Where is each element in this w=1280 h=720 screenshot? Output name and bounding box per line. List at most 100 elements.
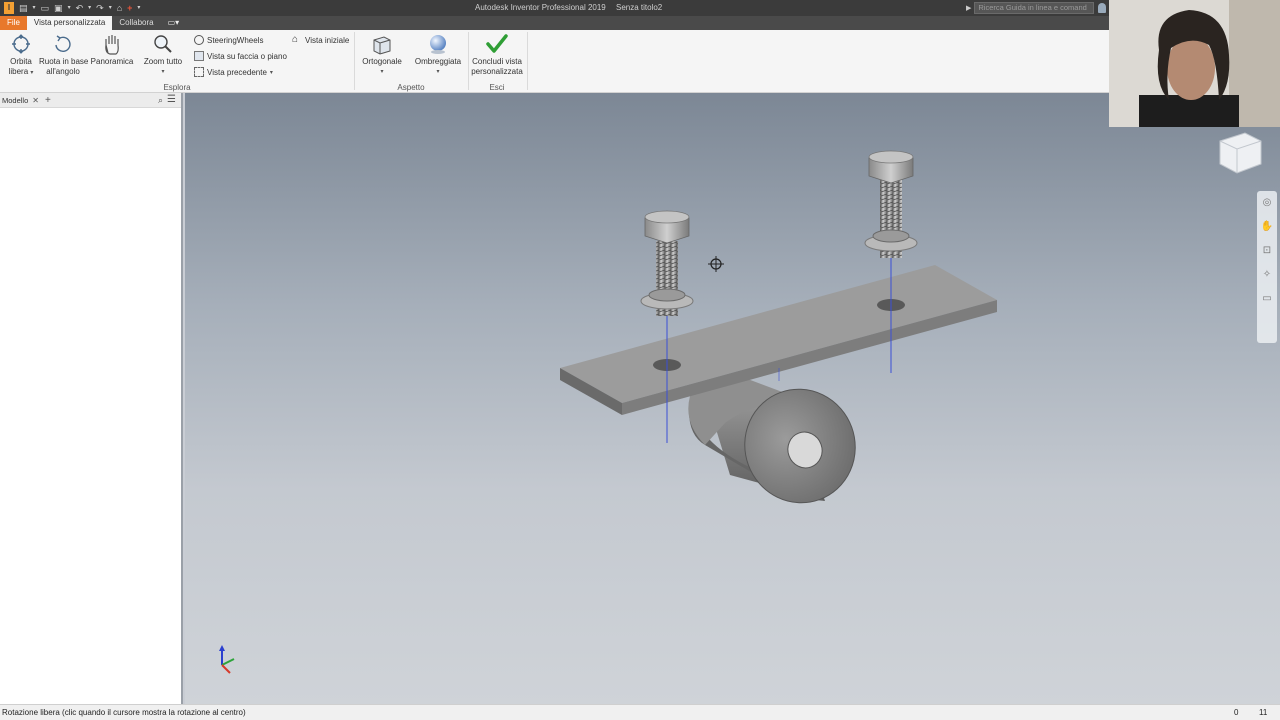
rotate-label-1: Ruota in base (39, 57, 89, 66)
new-file-icon[interactable]: ▤ (19, 2, 28, 14)
steeringwheels-label: SteeringWheels (207, 35, 264, 45)
cylinder-part[interactable] (688, 374, 871, 519)
ribbon-options-icon[interactable]: ▭▾ (161, 16, 187, 30)
status-text: Rotazione libera (clic quando il cursore… (2, 708, 246, 717)
home-view-label: Vista iniziale (305, 35, 350, 45)
steering-wheel-icon (194, 35, 204, 45)
orbit-label-2: libera (8, 67, 29, 76)
chevron-down-icon[interactable]: ▾ (30, 70, 33, 76)
hand-icon (105, 35, 119, 55)
dropdown-caret-icon[interactable]: ▾ (68, 2, 71, 14)
add-tab-icon[interactable]: + (45, 95, 51, 106)
user-icon[interactable] (1098, 3, 1107, 13)
chevron-down-icon[interactable]: ▾ (360, 67, 404, 77)
dropdown-caret-icon[interactable]: ▾ (33, 2, 36, 14)
view-face-icon (194, 51, 204, 61)
help-search: ▶ Ricerca Guida in linea e comand (966, 2, 1107, 14)
ribbon-separator (468, 32, 469, 90)
orbit-label-1: Orbita (10, 57, 32, 66)
open-folder-icon[interactable]: ▭ (41, 2, 50, 14)
zoom-icon[interactable]: ⊡ (1257, 239, 1277, 263)
shaded-button[interactable]: Ombreggiata ▾ (412, 30, 464, 77)
orthographic-button[interactable]: Ortogonale ▾ (360, 30, 404, 77)
rotate-at-angle-button[interactable]: Ruota in base all'angolo (39, 30, 89, 77)
home-icon[interactable]: ⌂ (117, 2, 122, 14)
orbit-icon[interactable]: ✧ (1257, 263, 1277, 287)
ribbon-separator (354, 32, 355, 90)
rotate-label-2: all'angolo (46, 67, 80, 76)
ribbon-separator (527, 32, 528, 90)
dropdown-caret-icon[interactable]: ▾ (88, 2, 91, 14)
ribbon-panel: Orbita libera ▾ Ruota in base all'angolo… (0, 30, 1280, 93)
orbit-cursor-icon (708, 256, 724, 272)
chevron-down-icon[interactable]: ▾ (412, 67, 464, 77)
chevron-down-icon[interactable]: ▾ (270, 69, 273, 76)
tab-collabora[interactable]: Collabora (112, 16, 160, 30)
navigation-bar: ◎ ✋ ⊡ ✧ ▭ (1257, 191, 1277, 343)
pan-hand-icon[interactable]: ✋ (1257, 215, 1277, 239)
home-view-button[interactable]: ⌂ Vista iniziale (292, 35, 349, 45)
shaded-label: Ombreggiata (414, 57, 462, 66)
cube-icon (373, 36, 391, 55)
expand-arrow-icon[interactable]: ▶ (966, 4, 971, 12)
quick-access-toolbar: I ▤ ▾ ▭ ▣ ▾ ↶ ▾ ↷ ▾ ⌂ + ▾ (4, 2, 140, 14)
close-icon[interactable]: ✕ (32, 96, 39, 105)
tab-file[interactable]: File (0, 16, 27, 30)
document-title: Senza titolo2 (615, 3, 663, 12)
app-title: Autodesk Inventor Professional 2019 (475, 3, 606, 12)
finish-custom-view-button[interactable]: Concludi vista personalizzata (470, 30, 524, 77)
magnifier-icon (154, 35, 172, 53)
status-count-1: 0 (1234, 708, 1239, 717)
viewcube-icon[interactable] (1215, 128, 1265, 178)
title-bar: I ▤ ▾ ▭ ▣ ▾ ↶ ▾ ↷ ▾ ⌂ + ▾ Autodesk Inven… (0, 0, 1280, 16)
pan-button[interactable]: Panoramica (90, 30, 134, 67)
browser-header: Modello ✕ + ⌕ ☰ (0, 93, 181, 108)
model-browser: Modello ✕ + ⌕ ☰ (0, 93, 183, 704)
orthographic-label: Ortogonale (362, 57, 402, 66)
chevron-down-icon[interactable]: ▾ (141, 67, 185, 77)
zoom-all-label: Zoom tutto (143, 57, 183, 66)
undo-icon[interactable]: ↶ (76, 2, 84, 14)
dropdown-caret-icon[interactable]: ▾ (109, 2, 112, 14)
steeringwheels-button[interactable]: SteeringWheels (194, 35, 263, 45)
view-face-button[interactable]: Vista su faccia o piano (194, 51, 287, 61)
previous-view-button[interactable]: Vista precedente ▾ (194, 67, 273, 77)
group-label-esplora: Esplora (163, 83, 191, 92)
view-face-label: Vista su faccia o piano (207, 51, 287, 61)
shaded-sphere-icon (430, 35, 446, 54)
app-logo[interactable]: I (4, 2, 14, 14)
customize-qat-icon[interactable]: ▾ (137, 2, 140, 14)
previous-view-icon (194, 67, 204, 77)
status-count-2: 11 (1259, 708, 1268, 717)
search-icon[interactable]: ⌕ (158, 95, 163, 106)
tab-vista-personalizzata[interactable]: Vista personalizzata (26, 16, 113, 30)
3d-model-scene[interactable] (185, 93, 1280, 704)
window-title: Autodesk Inventor Professional 2019 Senz… (475, 3, 670, 12)
graphics-viewport[interactable]: ◎ ✋ ⊡ ✧ ▭ (185, 93, 1280, 704)
webcam-overlay (1109, 0, 1280, 127)
previous-view-label: Vista precedente (207, 67, 267, 77)
look-at-icon[interactable]: ▭ (1257, 287, 1277, 311)
bolt-left[interactable] (640, 210, 694, 316)
presenter-image (1109, 0, 1280, 127)
home-icon: ⌂ (292, 34, 299, 45)
orbit-icon (12, 34, 30, 54)
status-bar: Rotazione libera (clic quando il cursore… (0, 704, 1280, 720)
checkmark-icon (486, 34, 508, 53)
menu-icon[interactable]: ☰ (167, 94, 176, 105)
zoom-all-button[interactable]: Zoom tutto ▾ (141, 30, 185, 77)
axis-triad-icon (219, 645, 235, 674)
ribbon-tabs: File Vista personalizzata Collabora ▭▾ (0, 16, 1280, 30)
rotate-icon (55, 35, 71, 53)
finish-label-2: personalizzata (471, 67, 523, 76)
save-icon[interactable]: ▣ (54, 2, 63, 14)
pan-label: Panoramica (90, 57, 134, 66)
redo-icon[interactable]: ↷ (96, 2, 104, 14)
browser-tab-model[interactable]: Modello (2, 96, 28, 105)
bolt-right[interactable] (864, 150, 918, 258)
help-search-input[interactable]: Ricerca Guida in linea e comand (974, 2, 1095, 14)
add-icon[interactable]: + (127, 2, 132, 14)
orbit-button[interactable]: Orbita libera ▾ (6, 30, 36, 78)
steering-wheel-icon[interactable]: ◎ (1257, 191, 1277, 215)
group-label-esci: Esci (489, 83, 505, 92)
